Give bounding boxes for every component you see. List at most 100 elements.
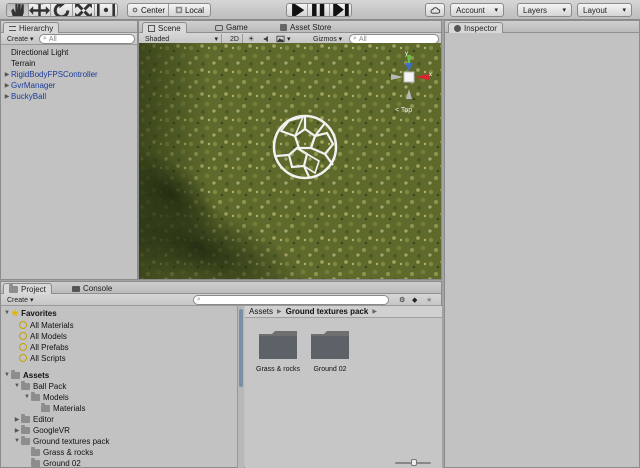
expand-arrow-icon[interactable]: ▶: [13, 416, 21, 423]
favorite-item[interactable]: All Prefabs: [1, 342, 237, 352]
favorite-item[interactable]: All Materials: [1, 320, 237, 330]
scene-viewport[interactable]: y x < Top: [139, 43, 441, 279]
favorite-item[interactable]: All Scripts: [1, 353, 237, 363]
hierarchy-create-button[interactable]: Create ▾: [4, 34, 36, 44]
saved-search-icon: [19, 343, 27, 351]
pivot-center-button[interactable]: Center: [128, 4, 170, 16]
favorite-star-button[interactable]: ★: [423, 295, 435, 305]
asset-folder-item[interactable]: ▶ GoogleVR: [1, 424, 237, 435]
saved-search-icon: [19, 354, 27, 362]
play-button[interactable]: [287, 4, 309, 16]
transform-tools: [6, 3, 118, 17]
chevron-right-icon: ▶: [372, 309, 377, 315]
asset-folder-item[interactable]: ▶ Editor: [1, 413, 237, 424]
expand-arrow-icon[interactable]: ▶: [3, 82, 11, 89]
asset-folder-label: Ground textures pack: [33, 436, 110, 446]
rotate-icon: [53, 4, 70, 16]
account-dropdown[interactable]: Account: [450, 3, 504, 17]
expand-arrow-icon[interactable]: ▼: [13, 438, 21, 444]
favorites-header[interactable]: ▼ ★ Favorites: [1, 308, 237, 318]
cloud-icon: [430, 6, 440, 14]
layers-label: Layers: [523, 5, 548, 15]
asset-folder-label: Ball Pack: [33, 381, 67, 391]
cloud-button[interactable]: [425, 3, 445, 17]
project-search-input[interactable]: ⌕: [193, 295, 389, 305]
move-tool-button[interactable]: [29, 4, 51, 16]
breadcrumb-assets[interactable]: Assets: [249, 307, 273, 316]
space-local-button[interactable]: Local: [169, 4, 210, 16]
filter-type-button[interactable]: ⚙: [396, 295, 408, 305]
tab-hierarchy[interactable]: Hierarchy: [3, 22, 60, 33]
folder-icon: [11, 369, 20, 379]
tab-asset-store[interactable]: Asset Store: [275, 22, 336, 33]
hierarchy-toolbar: Create ▾ ⌕ All: [1, 33, 137, 45]
space-label: Local: [184, 5, 205, 15]
favorite-item[interactable]: All Models: [1, 331, 237, 341]
scrollbar-thumb[interactable]: [239, 309, 243, 387]
folder-icon: [9, 283, 18, 293]
pause-icon: [312, 4, 325, 16]
layout-dropdown[interactable]: Layout: [577, 3, 632, 17]
hierarchy-item[interactable]: ▶ GvrManager: [1, 80, 137, 90]
saved-search-icon: [19, 321, 27, 329]
hierarchy-item-label: Terrain: [11, 58, 36, 68]
expand-arrow-icon[interactable]: ▶: [13, 427, 21, 434]
star-icon: ★: [11, 307, 20, 318]
icon-size-slider[interactable]: [395, 459, 431, 466]
favorite-label: All Scripts: [30, 353, 66, 363]
pivot-space-group: Center Local: [127, 3, 211, 17]
asset-folder-item[interactable]: ▼ Ball Pack: [1, 380, 237, 391]
asset-folder-item[interactable]: Materials: [1, 402, 237, 413]
tab-scene[interactable]: Scene: [142, 22, 187, 33]
pivot-icon: [132, 7, 138, 13]
tab-inspector[interactable]: Inspector: [448, 22, 503, 33]
tab-console[interactable]: Console: [67, 283, 117, 294]
rotate-tool-button[interactable]: [51, 4, 73, 16]
expand-arrow-icon[interactable]: ▼: [23, 394, 31, 400]
expand-arrow-icon[interactable]: ▶: [3, 93, 11, 100]
hierarchy-search-input[interactable]: ⌕ All: [39, 34, 135, 44]
hierarchy-item-label: BuckyBall: [11, 91, 47, 101]
inspector-tab-label: Inspector: [464, 23, 497, 33]
hierarchy-item[interactable]: Terrain: [1, 58, 137, 68]
tree-scrollbar[interactable]: [237, 306, 244, 468]
asset-folder-item[interactable]: Ground 02: [1, 457, 237, 468]
pause-button[interactable]: [308, 4, 330, 16]
layers-dropdown[interactable]: Layers: [517, 3, 572, 17]
scale-tool-button[interactable]: [73, 4, 95, 16]
step-button[interactable]: [330, 4, 351, 16]
filter-label-button[interactable]: ◆: [409, 295, 420, 305]
slider-handle[interactable]: [411, 459, 417, 466]
hand-icon: [11, 4, 24, 16]
folder-item-ground-02[interactable]: Ground 02: [305, 330, 355, 380]
expand-arrow-icon[interactable]: ▶: [3, 71, 11, 78]
asset-folder-item[interactable]: ▼ Models: [1, 391, 237, 402]
folder-icon: [21, 380, 30, 390]
hierarchy-item[interactable]: ▶ BuckyBall: [1, 91, 137, 101]
orientation-gizmo[interactable]: y x < Top: [385, 51, 435, 119]
tab-project[interactable]: Project: [3, 283, 52, 294]
hierarchy-item[interactable]: Directional Light: [1, 47, 137, 57]
expand-arrow-icon[interactable]: ▼: [13, 383, 21, 389]
folder-icon: [259, 331, 297, 359]
folder-item-grass-rocks[interactable]: Grass & rocks: [253, 330, 303, 380]
console-tab-label: Console: [83, 284, 113, 293]
asset-folder-label: Ground 02: [43, 458, 81, 468]
hierarchy-item-label: GvrManager: [11, 80, 56, 90]
hand-tool-button[interactable]: [7, 4, 29, 16]
console-icon: [72, 285, 80, 292]
hierarchy-item[interactable]: ▶ RigidBodyFPSController: [1, 69, 137, 79]
rect-tool-button[interactable]: [95, 4, 117, 16]
folder-label: Ground 02: [313, 366, 347, 373]
tab-game[interactable]: Game: [210, 22, 253, 33]
breadcrumb-current[interactable]: Ground textures pack: [286, 307, 369, 316]
main-toolbar: Center Local Account Layers Layout: [0, 0, 640, 20]
store-tab-icon: [280, 24, 287, 31]
asset-folder-item[interactable]: Grass & rocks: [1, 446, 237, 457]
asset-folder-item[interactable]: ▼ Ground textures pack: [1, 435, 237, 446]
project-toolbar: Create ▾ ⌕ ⚙ ◆ ★: [1, 294, 441, 306]
info-icon: [454, 24, 461, 32]
hierarchy-item-label: Directional Light: [11, 47, 69, 57]
assets-header[interactable]: ▼ Assets: [1, 369, 237, 380]
project-create-button[interactable]: Create ▾: [4, 295, 36, 305]
